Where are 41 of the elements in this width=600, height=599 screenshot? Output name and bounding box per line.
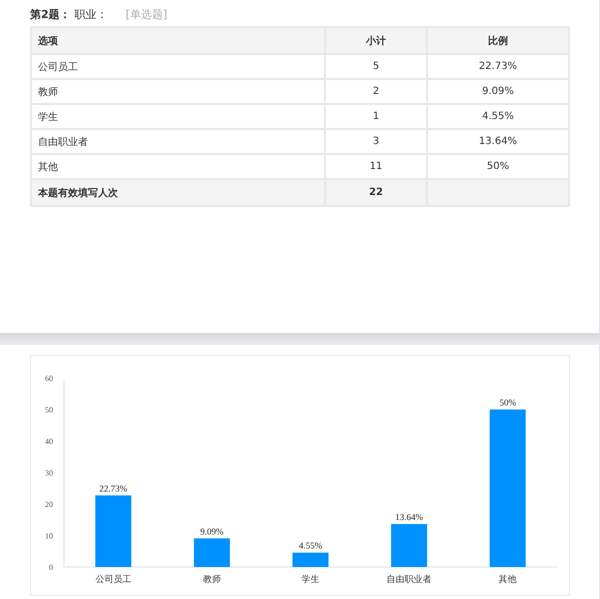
y-tick-label: 40 [45, 437, 53, 446]
y-tick-label: 0 [49, 563, 53, 572]
value-label: 4.55% [298, 540, 322, 551]
question-number: 第2题： [30, 6, 71, 22]
column-header: 小计 [325, 27, 427, 54]
bar [194, 538, 230, 567]
value-label: 13.64% [395, 512, 423, 522]
bar [292, 552, 328, 567]
table-cell: 学生 [31, 104, 325, 129]
table-cell: 13.64% [427, 129, 569, 154]
table-cell: 3 [325, 129, 427, 154]
value-label: 22.73% [99, 483, 128, 494]
value-label: 50% [499, 398, 516, 408]
total-count: 22 [325, 179, 427, 206]
table-cell: 公司员工 [31, 54, 325, 79]
y-tick-label: 60 [45, 374, 53, 383]
bar [391, 524, 428, 567]
question-type: [单选题] [126, 6, 168, 22]
column-header: 选项 [31, 27, 325, 54]
category-label: 教师 [202, 575, 221, 585]
value-label: 9.09% [200, 526, 224, 536]
bar [95, 495, 132, 567]
y-tick-label: 10 [45, 532, 53, 540]
table-cell: 5 [325, 54, 427, 79]
table-cell: 1 [325, 104, 427, 129]
column-header: 比例 [427, 27, 569, 54]
table-cell: 9.09% [427, 79, 569, 104]
category-label: 自由职业者 [386, 575, 432, 585]
question-title: 职业： [74, 6, 108, 22]
table-cell: 4.55% [427, 104, 569, 129]
y-tick-label: 30 [45, 468, 53, 478]
table-cell: 自由职业者 [31, 129, 325, 154]
total-label: 本题有效填写人次 [31, 179, 325, 206]
table-cell: 22.73% [427, 54, 569, 79]
category-label: 公司员工 [95, 575, 132, 585]
y-tick-label: 20 [45, 500, 53, 509]
category-label: 其他 [498, 575, 517, 585]
table-cell: 2 [325, 79, 427, 104]
category-label: 学生 [302, 575, 320, 585]
table-cell: 教师 [31, 79, 325, 104]
y-tick-label: 50 [45, 406, 53, 414]
